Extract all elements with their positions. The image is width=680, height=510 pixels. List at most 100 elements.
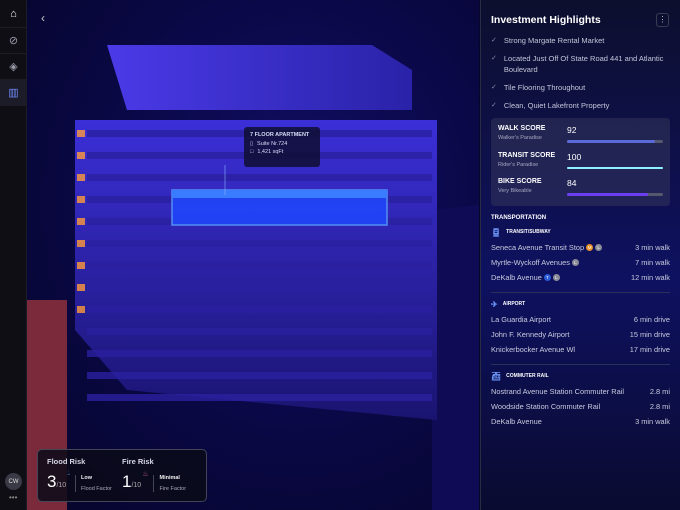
rail-row[interactable]: Nostrand Avenue Station Commuter Rail 2.8… bbox=[491, 387, 670, 396]
rail-row[interactable]: DeKalb Avenue 3 min walk bbox=[491, 417, 670, 426]
flood-score: 3/10 bbox=[47, 472, 66, 492]
highlighted-floor-top bbox=[172, 190, 387, 198]
transit-row[interactable]: Seneca Avenue Transit Stop M L 3 min walk bbox=[491, 243, 670, 252]
flood-factor-label: Flood Factor bbox=[81, 486, 112, 492]
airport-row[interactable]: Knickerbocker Avenue Wl 17 min drive bbox=[491, 345, 670, 354]
fire-score: 1/10 bbox=[122, 472, 141, 492]
fire-risk-title: Fire Risk bbox=[122, 457, 154, 466]
airport-heading: ✈︎ AIRPORT bbox=[491, 300, 670, 309]
check-icon: ✓ bbox=[491, 83, 497, 91]
place-name: Knickerbocker Avenue Wl bbox=[491, 344, 576, 354]
more-options-button[interactable]: ⋮ bbox=[656, 13, 669, 27]
compass-icon[interactable]: ⊘ bbox=[0, 28, 27, 54]
water-drop-icon: 💧︎ bbox=[67, 470, 71, 477]
logo-icon[interactable]: ⌂ bbox=[0, 0, 27, 28]
score-bar-fill bbox=[567, 166, 663, 170]
area-label: 1,421 sqFt bbox=[257, 149, 284, 155]
transit-heading: 🚆︎ TRANSIT/SUBWAY bbox=[491, 228, 670, 237]
floor-band bbox=[87, 328, 432, 335]
flood-risk: Flood Risk 3/10 💧︎ Low Flood Factor bbox=[47, 457, 122, 494]
travel-time: 15 min drive bbox=[629, 329, 670, 339]
floor-tooltip: 7 FLOOR APARTMENT ▯ Suite Nr.724 □ 1,421 s… bbox=[244, 127, 320, 167]
back-button[interactable]: ‹ bbox=[41, 11, 45, 25]
train-icon: 🚆︎ bbox=[491, 227, 502, 237]
highlight-text: Tile Flooring Throughout bbox=[503, 82, 586, 92]
neighbor-building bbox=[432, 205, 479, 510]
avatar[interactable]: CW bbox=[5, 473, 22, 490]
place-name: Woodside Station Commuter Rail bbox=[491, 401, 601, 411]
layers-icon[interactable]: ◈ bbox=[0, 54, 27, 80]
lit-window bbox=[77, 174, 85, 181]
score-value: 84 bbox=[567, 178, 577, 189]
travel-time: 7 min walk bbox=[635, 257, 670, 267]
score-desc: Walker's Paradise bbox=[498, 135, 542, 142]
line-badge: L bbox=[552, 274, 560, 282]
lit-window bbox=[77, 240, 85, 247]
highlights-list: ✓ Strong Margate Rental Market ✓ Located J… bbox=[491, 36, 670, 111]
map-icon[interactable]: ▥ bbox=[0, 80, 27, 106]
door-icon: ▯ bbox=[250, 141, 254, 147]
tooltip-title: 7 FLOOR APARTMENT bbox=[250, 132, 310, 138]
score-name: WALK SCORE bbox=[498, 125, 546, 133]
score-value: 100 bbox=[567, 151, 582, 162]
divider bbox=[491, 291, 670, 293]
floor-band bbox=[87, 394, 432, 401]
highlight-item: ✓ Located Just Off Of State Road 441 and … bbox=[491, 54, 670, 76]
score-name: BIKE SCORE bbox=[498, 178, 542, 186]
rail-title: COMMUTER RAIL bbox=[506, 373, 549, 380]
floor-band bbox=[87, 262, 432, 269]
travel-time: 2.8 mi bbox=[649, 386, 670, 396]
score-desc: Rider's Paradise bbox=[498, 161, 539, 168]
area-icon: □ bbox=[250, 149, 254, 155]
score-name: TRANSIT SCORE bbox=[498, 151, 556, 159]
lit-window bbox=[77, 262, 85, 269]
score-desc: Very Bikeable bbox=[498, 188, 532, 195]
place-name: La Guardia Airport bbox=[491, 314, 551, 324]
lit-window bbox=[77, 218, 85, 225]
score-bar bbox=[567, 140, 663, 143]
floor-band bbox=[87, 350, 432, 357]
place-name: DeKalb Avenue bbox=[491, 416, 542, 426]
divider bbox=[491, 363, 670, 365]
airport-row[interactable]: La Guardia Airport 6 min drive bbox=[491, 315, 670, 324]
airport-row[interactable]: John F. Kennedy Airport 15 min drive bbox=[491, 330, 670, 339]
transit-row[interactable]: Myrtle-Wyckoff Avenues L 7 min walk bbox=[491, 258, 670, 267]
highlight-item: ✓ Strong Margate Rental Market bbox=[491, 36, 670, 47]
transit-title: TRANSIT/SUBWAY bbox=[506, 229, 551, 236]
highlight-item: ✓ Clean, Quiet Lakefront Property bbox=[491, 101, 670, 112]
risk-card: Flood Risk 3/10 💧︎ Low Flood Factor Fire … bbox=[37, 449, 207, 502]
rail-heading: 🚈︎ COMMUTER RAIL bbox=[491, 372, 670, 381]
travel-time: 17 min drive bbox=[629, 344, 670, 354]
building-3d-view[interactable]: ‹ 7 FLOOR APARTMENT ▯ Suite Nr.724 □ 1,421… bbox=[27, 0, 479, 510]
flame-icon: ♨ bbox=[142, 471, 149, 478]
sidebar: ⌂ ⊘ ◈ ▥ CW ••• bbox=[0, 0, 27, 510]
transit-row[interactable]: DeKalb Avenue T L 12 min walk bbox=[491, 273, 670, 282]
check-icon: ✓ bbox=[491, 37, 497, 44]
flood-level: Low bbox=[81, 475, 93, 481]
scores-card: WALK SCORE Walker's Paradise 92 TRANSIT SCO… bbox=[491, 118, 670, 206]
score-value: 92 bbox=[567, 125, 577, 136]
panel-title: Investment Highlights bbox=[491, 14, 601, 26]
floor-band bbox=[87, 372, 432, 379]
line-badge: L bbox=[595, 244, 603, 252]
floor-band bbox=[87, 174, 432, 181]
rail-row[interactable]: Woodside Station Commuter Rail 2.8 mi bbox=[491, 402, 670, 411]
lit-window bbox=[77, 152, 85, 159]
travel-time: 6 min drive bbox=[633, 314, 670, 324]
suite-label: Suite Nr.724 bbox=[257, 141, 288, 147]
airport-title: AIRPORT bbox=[502, 301, 526, 308]
floor-band bbox=[87, 284, 432, 291]
lit-window bbox=[77, 196, 85, 203]
place-name: Seneca Avenue Transit Stop bbox=[491, 242, 585, 252]
more-icon[interactable]: ••• bbox=[9, 493, 17, 502]
lit-window bbox=[77, 130, 85, 137]
travel-time: 2.8 mi bbox=[649, 401, 670, 411]
travel-time: 12 min walk bbox=[630, 272, 670, 282]
score-row: TRANSIT SCORE Rider's Paradise 100 bbox=[498, 152, 663, 170]
floor-band bbox=[87, 240, 432, 247]
score-bar bbox=[567, 166, 663, 170]
fire-risk: Fire Risk 1/10 ♨ Minimal Fire Factor bbox=[122, 457, 197, 494]
check-icon: ✓ bbox=[491, 101, 497, 109]
lit-window bbox=[77, 284, 85, 291]
roof-block bbox=[107, 45, 412, 110]
